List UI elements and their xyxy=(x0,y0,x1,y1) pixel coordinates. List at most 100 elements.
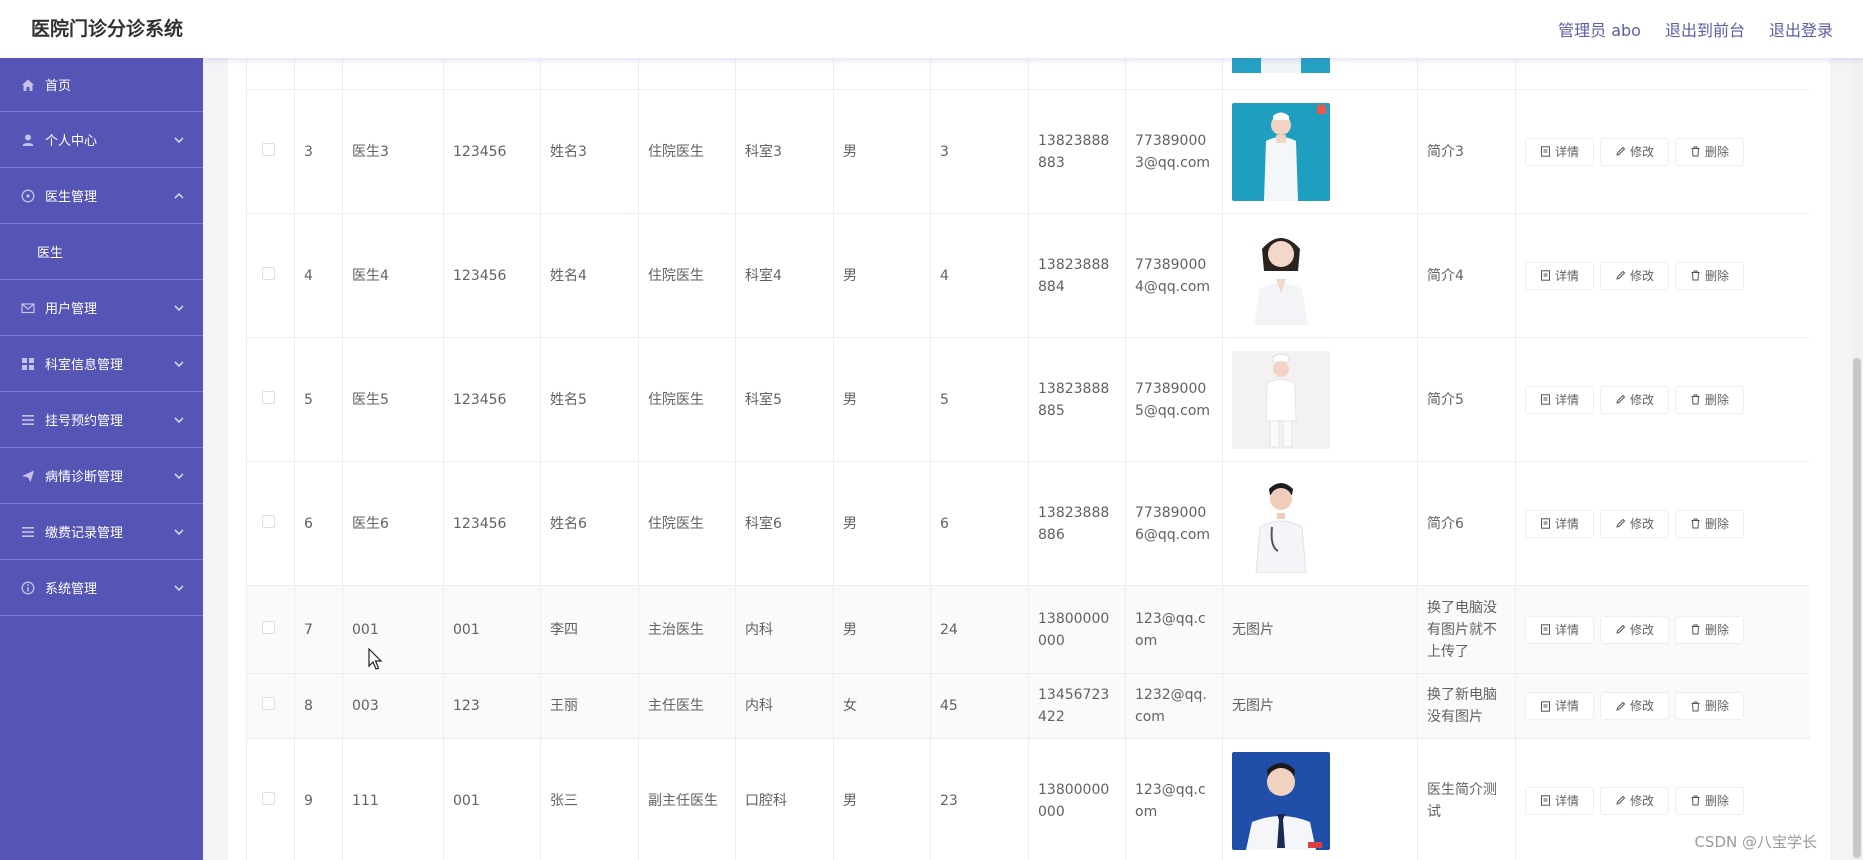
cell-phone: 13823888884 xyxy=(1028,213,1126,338)
sidebar-item-profile[interactable]: 个人中心 xyxy=(0,112,203,168)
sidebar-item-doctor-management[interactable]: 医生管理 xyxy=(0,168,203,224)
watermark: CSDN @八宝学长 xyxy=(1694,833,1817,851)
trash-icon xyxy=(1691,795,1700,806)
nurse-photo-white xyxy=(1232,350,1330,449)
header-actions: 管理员 abo 退出到前台 退出登录 xyxy=(1558,0,1833,58)
delete-button[interactable]: 删除 xyxy=(1675,786,1745,815)
cell-title: 住院医生 xyxy=(638,213,736,338)
cell-phone: 13456723422 xyxy=(1028,673,1126,739)
scrollbar-thumb[interactable] xyxy=(1853,358,1861,858)
logout-link[interactable]: 退出登录 xyxy=(1769,17,1833,41)
sidebar-item-appointment[interactable]: 挂号预约管理 xyxy=(0,392,203,448)
table-row: 6 医生6 123456 姓名6 住院医生 科室6 男 6 1382388888… xyxy=(246,461,1810,586)
trash-icon xyxy=(1691,624,1700,635)
cell-gender: 男 xyxy=(833,738,931,860)
cell-index: 7 xyxy=(294,585,343,674)
detail-button[interactable]: 详情 xyxy=(1525,786,1595,815)
cell-gender: 女 xyxy=(833,673,931,739)
edit-button[interactable]: 修改 xyxy=(1600,261,1670,290)
sidebar-item-department-info[interactable]: 科室信息管理 xyxy=(0,336,203,392)
pencil-icon xyxy=(1616,795,1626,805)
list-icon xyxy=(20,412,36,428)
detail-button[interactable]: 详情 xyxy=(1525,261,1595,290)
pencil-icon xyxy=(1616,270,1626,280)
cell-intro: 简介6 xyxy=(1417,461,1516,586)
delete-button[interactable]: 删除 xyxy=(1675,385,1745,414)
detail-button[interactable]: 详情 xyxy=(1525,509,1595,538)
document-icon xyxy=(1541,270,1550,281)
detail-button[interactable]: 详情 xyxy=(1525,385,1595,414)
delete-button[interactable]: 删除 xyxy=(1675,615,1745,644)
cell-index: 6 xyxy=(294,461,343,586)
chevron-down-icon xyxy=(174,585,184,591)
row-checkbox[interactable] xyxy=(262,142,275,156)
user-icon xyxy=(20,132,36,148)
chevron-down-icon xyxy=(174,417,184,423)
sidebar-item-label: 用户管理 xyxy=(45,302,98,317)
sidebar-item-home[interactable]: 首页 xyxy=(0,58,203,112)
cell-intro: 简介3 xyxy=(1417,89,1516,214)
cell-name: 张三 xyxy=(540,738,639,860)
cell-password: 123456 xyxy=(443,89,541,214)
sidebar-item-label: 个人中心 xyxy=(45,134,98,149)
cell-age: 6 xyxy=(930,461,1029,586)
sidebar-item-diagnosis[interactable]: 病情诊断管理 xyxy=(0,448,203,504)
pencil-icon xyxy=(1616,518,1626,528)
detail-button[interactable]: 详情 xyxy=(1525,615,1595,644)
row-checkbox[interactable] xyxy=(262,791,275,805)
row-checkbox[interactable] xyxy=(262,514,275,528)
edit-button[interactable]: 修改 xyxy=(1600,692,1670,720)
delete-button[interactable]: 删除 xyxy=(1675,261,1745,290)
top-header: 医院门诊分诊系统 管理员 abo 退出到前台 退出登录 xyxy=(0,0,1863,58)
cell-password: 123456 xyxy=(443,461,541,586)
sidebar-item-payment[interactable]: 缴费记录管理 xyxy=(0,504,203,560)
nurse-photo-teal xyxy=(1232,102,1330,201)
sidebar-item-label: 医生管理 xyxy=(45,190,98,205)
edit-button[interactable]: 修改 xyxy=(1600,385,1670,414)
sidebar-item-system[interactable]: 系统管理 xyxy=(0,560,203,616)
cell-index: 3 xyxy=(294,89,343,214)
delete-button[interactable]: 删除 xyxy=(1675,692,1745,720)
edit-button[interactable]: 修改 xyxy=(1600,137,1670,166)
document-icon xyxy=(1541,518,1550,529)
mail-icon xyxy=(20,300,36,316)
cell-index: 5 xyxy=(294,337,343,462)
document-icon xyxy=(1541,700,1550,712)
edit-button[interactable]: 修改 xyxy=(1600,786,1670,815)
cell-department: 科室5 xyxy=(735,337,834,462)
table-row: 4 医生4 123456 姓名4 住院医生 科室4 男 4 1382388888… xyxy=(246,213,1810,338)
sidebar-item-doctor[interactable]: 医生 xyxy=(0,224,203,280)
cell-department: 科室4 xyxy=(735,213,834,338)
pencil-icon xyxy=(1616,394,1626,404)
cell-department: 科室6 xyxy=(735,461,834,586)
cell-gender: 男 xyxy=(833,585,931,674)
nurse-photo-partial xyxy=(1232,58,1330,73)
sidebar-item-user-management[interactable]: 用户管理 xyxy=(0,280,203,336)
sidebar-item-label: 首页 xyxy=(45,79,72,94)
cell-photo-empty: 无图片 xyxy=(1222,585,1418,674)
back-to-front-link[interactable]: 退出到前台 xyxy=(1665,17,1745,41)
row-checkbox[interactable] xyxy=(262,266,275,280)
delete-button[interactable]: 删除 xyxy=(1675,137,1745,166)
cell-name: 王丽 xyxy=(540,673,639,739)
row-checkbox[interactable] xyxy=(262,620,275,634)
detail-button[interactable]: 详情 xyxy=(1525,692,1595,720)
cell-age: 3 xyxy=(930,89,1029,214)
delete-button[interactable]: 删除 xyxy=(1675,509,1745,538)
edit-button[interactable]: 修改 xyxy=(1600,615,1670,644)
row-checkbox[interactable] xyxy=(262,390,275,404)
list-icon xyxy=(20,524,36,540)
doctor-photo-male xyxy=(1232,474,1330,573)
cell-title: 住院医生 xyxy=(638,89,736,214)
page-scrollbar[interactable] xyxy=(1851,58,1863,860)
table-row xyxy=(246,58,1810,90)
sidebar-item-label: 病情诊断管理 xyxy=(45,470,124,485)
cell-intro: 换了电脑没有图片就不上传了 xyxy=(1417,585,1516,674)
detail-button[interactable]: 详情 xyxy=(1525,137,1595,166)
edit-button[interactable]: 修改 xyxy=(1600,509,1670,538)
row-checkbox[interactable] xyxy=(262,697,275,710)
cell-index: 8 xyxy=(294,673,343,739)
sidebar-item-label: 缴费记录管理 xyxy=(45,526,124,541)
cell-password: 001 xyxy=(443,585,541,674)
cell-title: 住院医生 xyxy=(638,337,736,462)
